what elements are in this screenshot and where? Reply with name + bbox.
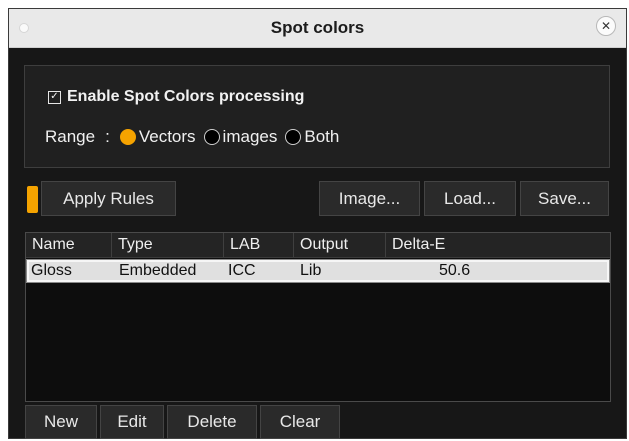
load-button[interactable]: Load... [424,181,516,216]
radio-unselected-icon [203,129,220,145]
spot-colors-dialog: Spot colors ✕ ✓ Enable Spot Colors proce… [8,8,627,439]
range-option-both[interactable]: Both [285,127,339,147]
radio-unselected-icon [285,129,302,145]
clear-button[interactable]: Clear [260,405,340,439]
table-header: Name Type LAB Output Delta-E [26,233,610,258]
radio-selected-icon [119,129,136,145]
options-panel: ✓ Enable Spot Colors processing Range : … [24,65,610,168]
cell-name: Gloss [31,262,72,279]
cell-delta-e: 50.6 [439,262,471,279]
cell-output: Lib [300,262,322,279]
table-row[interactable]: Gloss Embedded ICC Lib 50.6 [26,259,610,283]
delete-button[interactable]: Delete [167,405,257,439]
save-button[interactable]: Save... [520,181,609,216]
column-header-output[interactable]: Output [294,233,386,257]
range-option-label: Both [304,127,340,146]
cell-type: Embedded [119,262,197,279]
column-header-type[interactable]: Type [112,233,224,257]
spot-colors-table: Name Type LAB Output Delta-E Gloss Embed… [25,232,611,402]
dialog-title: Spot colors [270,18,365,37]
range-option-images[interactable]: images [203,127,278,147]
checkbox-checked-icon: ✓ [48,90,61,104]
close-icon[interactable]: ✕ [596,16,616,36]
column-header-name[interactable]: Name [26,233,112,257]
enable-spot-colors-checkbox[interactable]: ✓ Enable Spot Colors processing [48,88,304,106]
column-header-lab[interactable]: LAB [224,233,294,257]
apply-rules-button[interactable]: Apply Rules [41,181,176,216]
title-bar: Spot colors ✕ [9,9,626,48]
enable-spot-colors-label: Enable Spot Colors processing [67,88,305,105]
cell-lab: ICC [228,262,256,279]
range-option-label: Vectors [138,127,196,146]
new-button[interactable]: New [25,405,97,439]
column-header-delta-e[interactable]: Delta-E [386,233,610,257]
edit-button[interactable]: Edit [100,405,164,439]
window-menu-icon[interactable] [19,23,29,33]
image-button[interactable]: Image... [319,181,420,216]
rules-status-indicator [27,186,38,213]
range-option-vectors[interactable]: Vectors [119,127,196,147]
range-selector: Range : Vectors images Both [45,127,347,147]
range-separator: : [105,127,110,146]
range-label: Range [45,127,96,146]
range-option-label: images [222,127,278,146]
